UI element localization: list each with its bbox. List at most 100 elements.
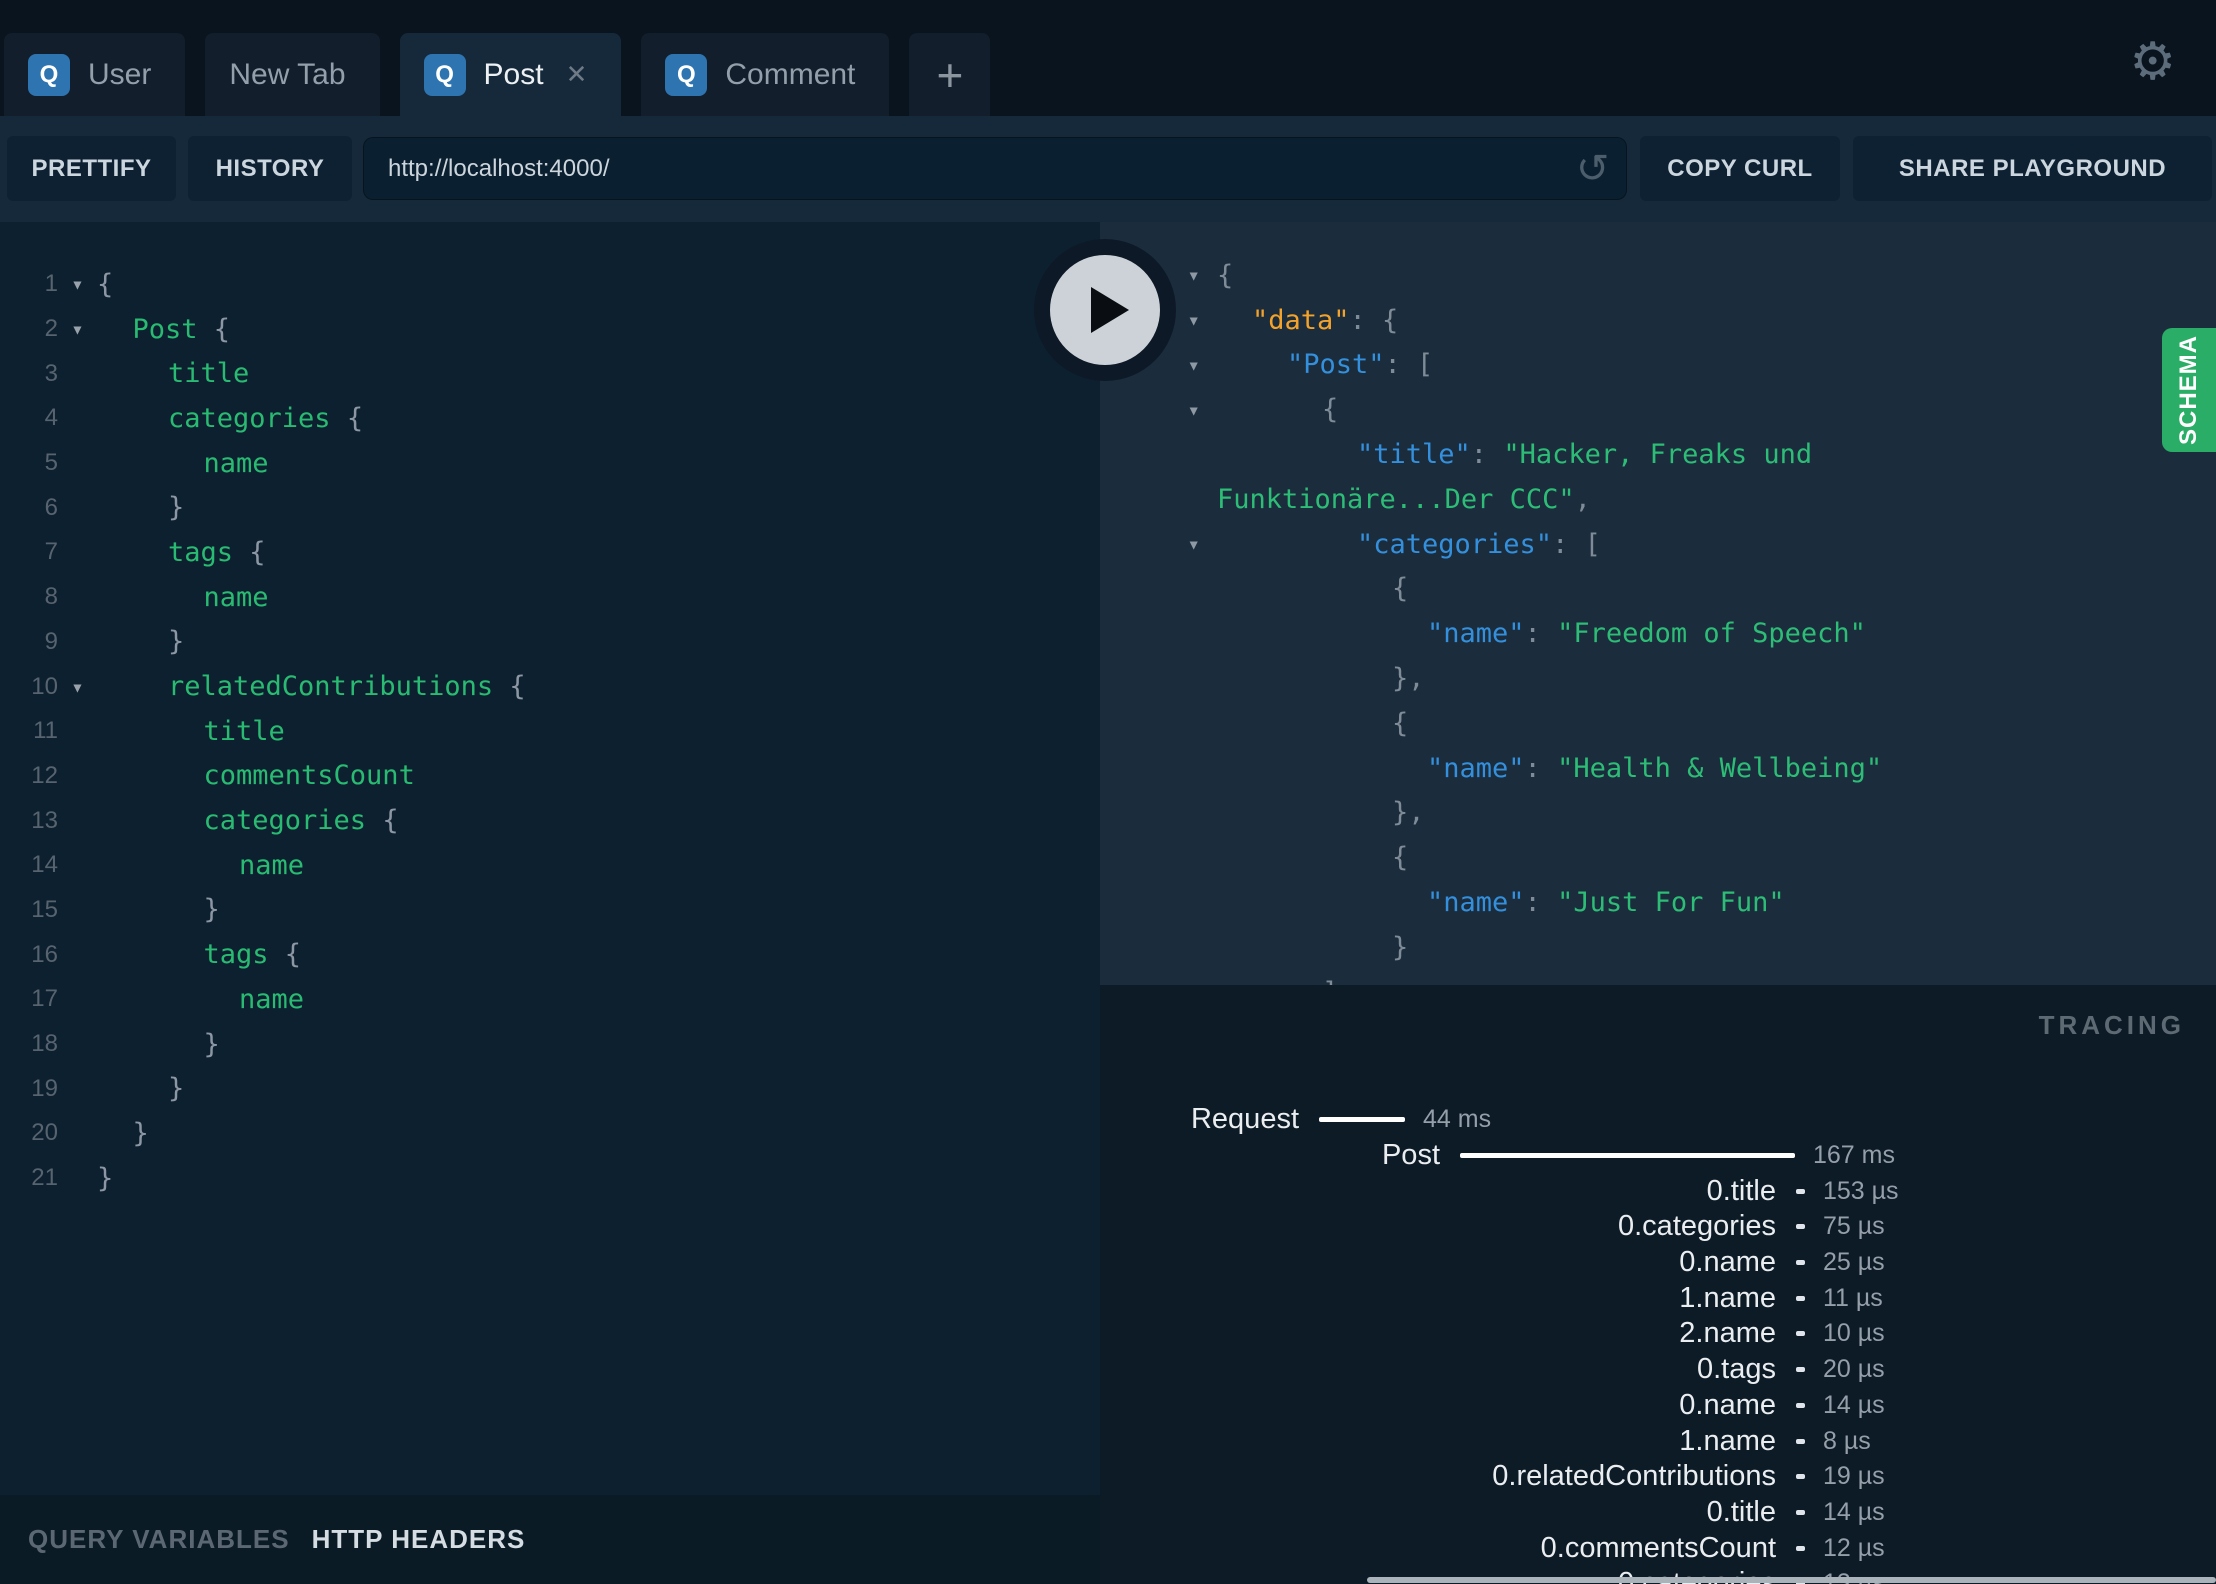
code-text: title	[168, 358, 250, 390]
fold-arrow-icon[interactable]: ▾	[58, 272, 97, 296]
editor-line[interactable]: 11 title	[0, 709, 1100, 754]
line-number: 9	[44, 627, 58, 655]
tracing-row: 0.title 153 µs	[1100, 1173, 2216, 1209]
editor-line[interactable]: 17 name	[0, 977, 1100, 1022]
duration-dash	[1796, 1438, 1805, 1444]
fold-arrow-icon[interactable]: ▾	[1100, 532, 1200, 556]
editor-line[interactable]: 5 name	[0, 441, 1100, 486]
settings-gear-icon[interactable]: ⚙	[2129, 36, 2176, 88]
fold-arrow-icon[interactable]: ▾	[58, 317, 97, 341]
tracing-row-value: 14 µs	[1823, 1390, 1885, 1419]
tab-label: Comment	[725, 57, 856, 91]
endpoint-url-bar[interactable]: http://localhost:4000/ ↻	[363, 137, 1627, 200]
editor-line[interactable]: 6}	[0, 485, 1100, 530]
tracing-row: 0.name 25 µs	[1100, 1245, 2216, 1281]
editor-line[interactable]: 9}	[0, 620, 1100, 665]
response-line: Funktionäre...Der CCC",	[1100, 477, 2216, 522]
line-number: 4	[44, 404, 58, 432]
response-text: "name": "Freedom of Speech"	[1427, 618, 1866, 650]
response-line: "title": "Hacker, Freaks und	[1100, 432, 2216, 477]
prettify-button[interactable]: PRETTIFY	[7, 136, 176, 201]
line-number: 20	[31, 1119, 58, 1147]
response-line: {	[1100, 567, 2216, 612]
editor-line[interactable]: 8 name	[0, 575, 1100, 620]
response-text: ]	[1200, 977, 1338, 985]
query-variables-tab[interactable]: QUERY VARIABLES	[28, 1524, 290, 1555]
tab-comment[interactable]: Q Comment	[641, 33, 890, 116]
response-text: {	[1392, 707, 1409, 739]
tracing-row-value: 167 ms	[1813, 1141, 1895, 1170]
code-text: categories {	[203, 805, 399, 837]
play-button-circle	[1050, 255, 1160, 365]
response-line: },	[1100, 656, 2216, 701]
response-line: ▾ "data": {	[1100, 298, 2216, 343]
new-tab-button[interactable]: +	[909, 33, 991, 116]
line-number: 5	[44, 449, 58, 477]
tracing-row-label: Request	[1190, 1103, 1299, 1136]
editor-line[interactable]: 4 categories {	[0, 396, 1100, 441]
execute-query-button[interactable]	[1034, 239, 1176, 381]
response-text: Funktionäre...Der CCC",	[1217, 483, 1591, 515]
editor-line[interactable]: 14 name	[0, 843, 1100, 888]
editor-line[interactable]: 20}	[0, 1111, 1100, 1156]
query-editor-pane[interactable]: 1 ▾{2 ▾ Post {3 title 4 categories {5 name 6} 7 ta…	[0, 222, 1100, 1495]
code-text: name	[203, 581, 269, 613]
editor-line[interactable]: 21}	[0, 1156, 1100, 1201]
tab-post[interactable]: Q Post ✕	[399, 33, 622, 116]
share-playground-button[interactable]: SHARE PLAYGROUND	[1853, 136, 2212, 201]
editor-line[interactable]: 7 tags {	[0, 530, 1100, 575]
tracing-row: Post 167 ms	[1100, 1138, 2216, 1174]
response-text: "data": {	[1252, 304, 1399, 336]
copy-curl-button[interactable]: COPY CURL	[1640, 136, 1840, 201]
http-headers-tab[interactable]: HTTP HEADERS	[312, 1524, 526, 1555]
duration-dash	[1796, 1545, 1805, 1551]
editor-line[interactable]: 16 tags {	[0, 932, 1100, 977]
tracing-row-value: 153 µs	[1823, 1176, 1899, 1205]
editor-line[interactable]: 19}	[0, 1066, 1100, 1111]
response-text: },	[1392, 797, 1425, 829]
code-text: }	[132, 1117, 149, 1149]
response-line: ▾ "categories": [	[1100, 522, 2216, 567]
tracing-row: 0.categories 75 µs	[1100, 1209, 2216, 1245]
editor-line[interactable]: 13 categories {	[0, 798, 1100, 843]
tracing-panel: TRACING Request 44 ms Post 167 ms 0.title 153…	[1100, 985, 2216, 1584]
code-text: }	[203, 1028, 220, 1060]
history-button[interactable]: HISTORY	[188, 136, 352, 201]
duration-dash	[1796, 1260, 1805, 1266]
editor-line[interactable]: 1 ▾{	[0, 262, 1100, 307]
code-text: {	[97, 268, 114, 300]
response-line: {	[1100, 835, 2216, 880]
editor-line[interactable]: 10 ▾ relatedContributions {	[0, 664, 1100, 709]
schema-side-tab[interactable]: SCHEMA	[2162, 328, 2216, 452]
endpoint-url-input[interactable]: http://localhost:4000/	[388, 155, 1576, 183]
tracing-row-label: 1.name	[1679, 1424, 1776, 1457]
horizontal-scrollbar[interactable]	[1367, 1577, 2216, 1583]
line-number: 16	[31, 940, 58, 968]
response-line: ▾ "Post": [	[1100, 343, 2216, 388]
tracing-row-label: 0.name	[1679, 1388, 1776, 1421]
tracing-row-label: 2.name	[1679, 1317, 1776, 1350]
reload-schema-icon[interactable]: ↻	[1576, 147, 1610, 191]
fold-arrow-icon[interactable]: ▾	[1100, 398, 1200, 422]
editor-line[interactable]: 15}	[0, 888, 1100, 933]
code-text: name	[239, 849, 305, 881]
code-text: commentsCount	[203, 760, 415, 792]
response-line: ▾{	[1100, 387, 2216, 432]
editor-line[interactable]: 3 title	[0, 351, 1100, 396]
line-number: 10	[31, 672, 58, 700]
query-badge: Q	[665, 53, 708, 96]
duration-dash	[1796, 1509, 1805, 1515]
query-code[interactable]: 1 ▾{2 ▾ Post {3 title 4 categories {5 name 6} 7 ta…	[0, 222, 1100, 1200]
editor-line[interactable]: 2 ▾ Post {	[0, 307, 1100, 352]
tab-new-tab[interactable]: New Tab	[205, 33, 380, 116]
fold-arrow-icon[interactable]: ▾	[58, 675, 97, 699]
response-text: {	[1217, 259, 1234, 291]
tabs-strip: Q User New Tab Q Post ✕ Q Comment +	[4, 33, 991, 116]
tab-user[interactable]: Q User	[4, 33, 186, 116]
play-icon	[1091, 287, 1129, 333]
code-text: }	[168, 1073, 185, 1105]
close-tab-icon[interactable]: ✕	[566, 59, 588, 90]
editor-line[interactable]: 12 commentsCount	[0, 754, 1100, 799]
editor-line[interactable]: 18}	[0, 1022, 1100, 1067]
tracing-row-value: 12 µs	[1823, 1533, 1885, 1562]
